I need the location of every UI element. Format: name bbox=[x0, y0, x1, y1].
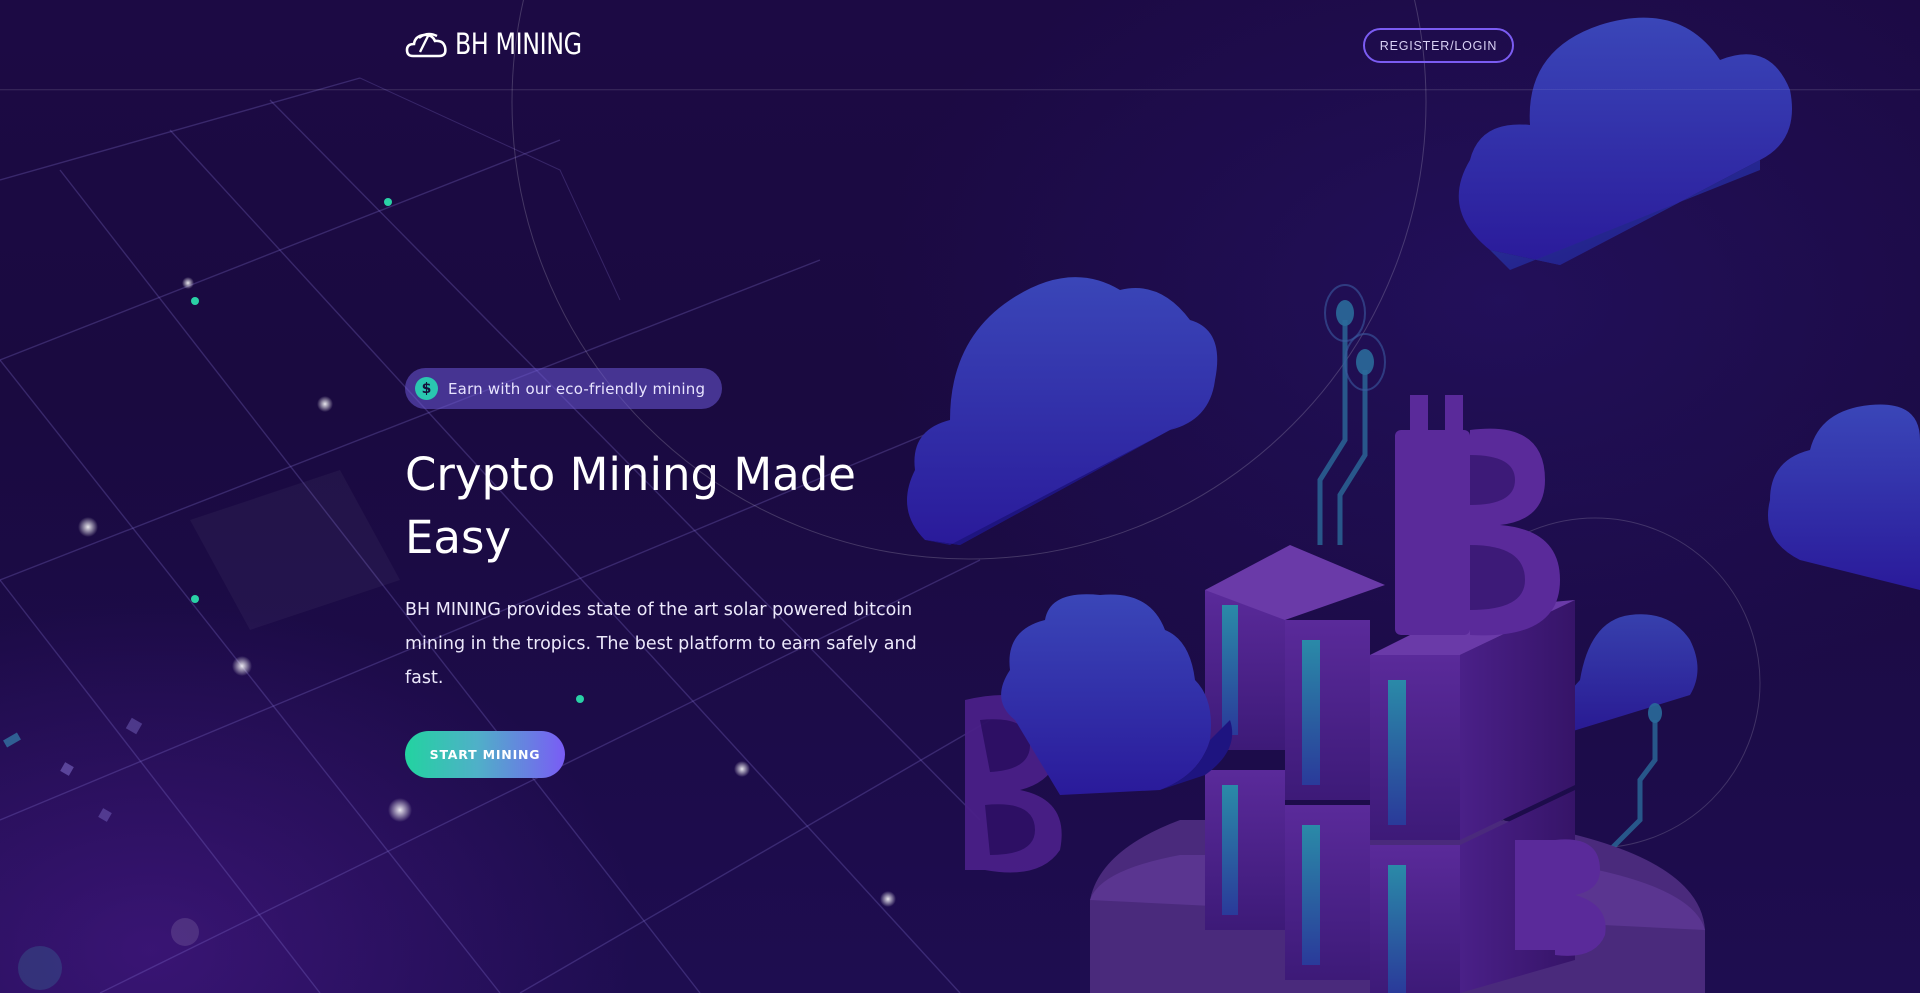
eco-mining-badge: $ Earn with our eco-friendly mining bbox=[405, 368, 723, 409]
dollar-icon: $ bbox=[415, 377, 438, 400]
brand-name: BH MINING bbox=[455, 27, 582, 61]
landing-page: BH MINING REGISTER/LOGIN $ Earn with our… bbox=[0, 0, 1920, 993]
badge-label: Earn with our eco-friendly mining bbox=[448, 379, 706, 398]
register-login-button[interactable]: REGISTER/LOGIN bbox=[1363, 28, 1514, 63]
hero-description: BH MINING provides state of the art sola… bbox=[405, 600, 917, 688]
hero-section: $ Earn with our eco-friendly mining Cryp… bbox=[405, 368, 965, 778]
hero-title: Crypto Mining Made Easy bbox=[405, 448, 856, 564]
start-mining-button[interactable]: START MINING bbox=[405, 731, 565, 778]
brand-logo[interactable]: BH MINING bbox=[405, 26, 609, 62]
site-header: BH MINING REGISTER/LOGIN bbox=[0, 0, 1920, 90]
cloud-pickaxe-icon bbox=[405, 32, 447, 58]
